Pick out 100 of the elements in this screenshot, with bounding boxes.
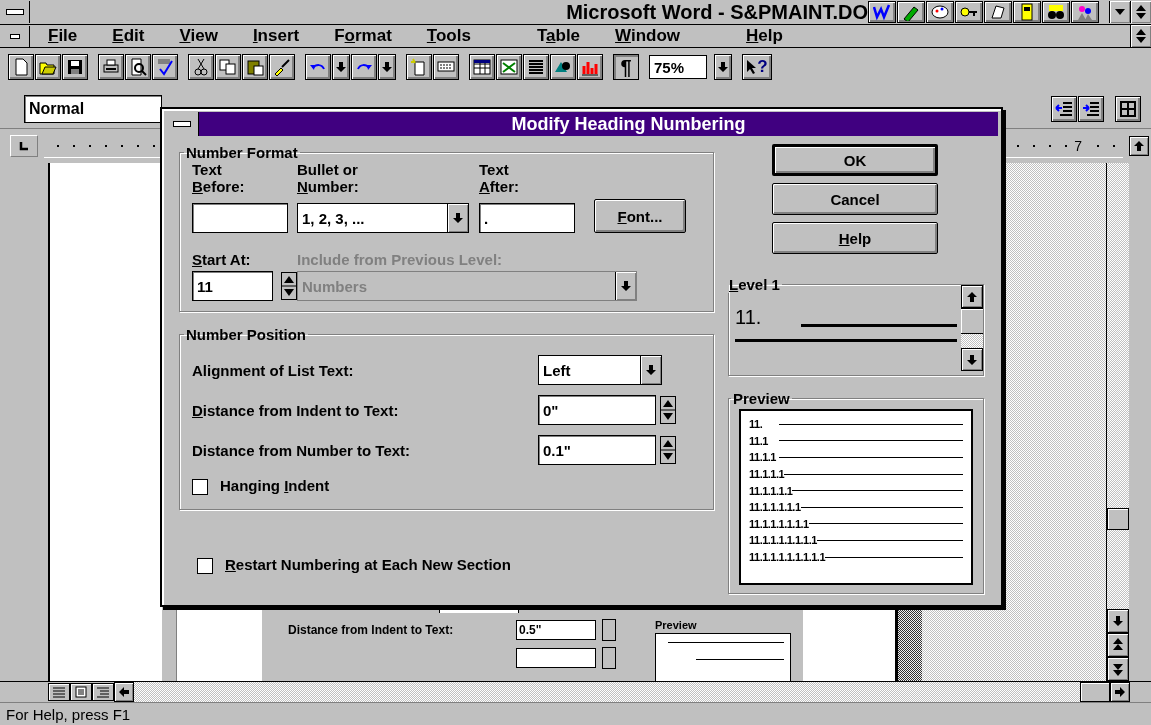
toolbar-button[interactable] — [868, 1, 896, 23]
increase-indent-button[interactable] — [1078, 96, 1104, 122]
undo-button[interactable] — [305, 54, 331, 80]
help-pointer-button[interactable]: ? — [742, 54, 772, 80]
menu-item[interactable]: Window — [597, 26, 729, 46]
toolbar-button[interactable] — [35, 54, 61, 80]
spin-buttons[interactable] — [660, 436, 676, 464]
redo-button[interactable] — [351, 54, 377, 80]
toolbar-button[interactable] — [1042, 1, 1070, 23]
toolbar-button[interactable] — [577, 54, 603, 80]
input-field[interactable]: . — [479, 203, 575, 233]
toolbar-button[interactable] — [215, 54, 241, 80]
menu-item[interactable]: Insert — [234, 26, 317, 46]
toolbar-button[interactable] — [897, 1, 925, 23]
down-arrow-icon — [382, 62, 392, 72]
dropdown-button[interactable] — [332, 54, 350, 80]
group-label: Level 1 — [728, 276, 781, 293]
menu-item[interactable]: Help — [728, 26, 800, 46]
scroll-down-button[interactable] — [1107, 609, 1129, 633]
tab-selector-button[interactable] — [10, 135, 38, 157]
down-triangle-icon — [1115, 8, 1125, 16]
pointer-icon — [746, 59, 758, 75]
spin-buttons[interactable] — [660, 396, 676, 424]
input-field[interactable] — [192, 203, 288, 233]
scroll-right-button[interactable] — [1110, 682, 1130, 702]
dropdown-button[interactable] — [378, 54, 396, 80]
toolbar-button[interactable] — [406, 54, 432, 80]
spin-buttons[interactable] — [281, 272, 297, 300]
menu-item[interactable]: Tools — [408, 26, 519, 46]
menu-item[interactable]: File — [30, 26, 95, 46]
dialog-button[interactable]: Help — [772, 222, 938, 254]
zoom-field[interactable]: 75% — [649, 55, 707, 79]
scroll-left-button[interactable] — [114, 682, 134, 702]
toolbar-button[interactable] — [8, 54, 34, 80]
dialog-button[interactable]: OK — [772, 144, 938, 176]
font-button[interactable]: Font... — [594, 199, 686, 233]
dropdown[interactable]: 1, 2, 3, ... — [297, 203, 469, 233]
toolbar-button[interactable] — [242, 54, 268, 80]
next-page-button[interactable] — [1107, 657, 1129, 681]
previous-page-button[interactable] — [1107, 633, 1129, 657]
dialog-button[interactable]: Cancel — [772, 183, 938, 215]
system-menu-button[interactable] — [165, 112, 199, 136]
toolbar-button[interactable] — [550, 54, 576, 80]
normal-view-button[interactable] — [48, 683, 70, 701]
checkbox[interactable] — [197, 558, 213, 574]
toolbar-button[interactable] — [62, 54, 88, 80]
dropdown-button[interactable] — [714, 54, 732, 80]
scroll-down-button[interactable] — [961, 348, 983, 371]
scroll-track[interactable] — [961, 334, 983, 348]
toolbar-button[interactable] — [98, 54, 124, 80]
table-button[interactable] — [1115, 96, 1141, 122]
toolbar-button[interactable] — [152, 54, 178, 80]
level-sample[interactable]: 11. — [735, 293, 961, 371]
preview-number: 11.1.1.1.1.1.1.1 — [749, 534, 817, 547]
scroll-thumb[interactable] — [1107, 508, 1129, 530]
menu-item[interactable]: Format — [316, 26, 409, 46]
page-icon — [1018, 3, 1036, 21]
outline-icon — [97, 686, 109, 698]
table-grid-icon — [473, 58, 491, 76]
picture-label: Preview — [655, 619, 697, 631]
scroll-up-button[interactable] — [1129, 136, 1149, 156]
checkbox[interactable] — [192, 479, 208, 495]
paintbrush-icon — [273, 58, 291, 76]
dropdown[interactable]: Left — [538, 355, 662, 385]
style-field[interactable]: Normal — [24, 95, 162, 123]
menu-item[interactable]: View — [161, 26, 235, 46]
toolbar-button[interactable] — [523, 54, 549, 80]
indent-left-icon — [1055, 100, 1073, 118]
toolbar-button[interactable] — [926, 1, 954, 23]
print-preview-icon — [129, 58, 147, 76]
toolbar-button[interactable] — [984, 1, 1012, 23]
down-arrow-icon — [336, 62, 346, 72]
outline-view-button[interactable] — [92, 683, 114, 701]
toolbar-button[interactable] — [269, 54, 295, 80]
toolbar-button[interactable] — [1013, 1, 1041, 23]
field-label: Text After: — [479, 161, 520, 195]
decrease-indent-button[interactable] — [1051, 96, 1077, 122]
minimize-button[interactable] — [1109, 1, 1130, 23]
scroll-thumb[interactable] — [1080, 682, 1110, 702]
document-star-icon — [410, 58, 428, 76]
toolbar-button[interactable] — [955, 1, 983, 23]
toolbar-button[interactable] — [188, 54, 214, 80]
restore-button[interactable] — [1130, 25, 1151, 47]
restore-button[interactable] — [1130, 1, 1151, 23]
toolbar-button[interactable] — [433, 54, 459, 80]
group-label: Preview — [732, 390, 791, 407]
printer-icon — [102, 58, 120, 76]
input-field[interactable]: 0" — [538, 395, 656, 425]
toolbar-button[interactable] — [125, 54, 151, 80]
scroll-up-button[interactable] — [961, 285, 983, 308]
toolbar-button[interactable] — [1071, 1, 1099, 23]
toolbar-button[interactable] — [469, 54, 495, 80]
scroll-thumb[interactable] — [961, 308, 983, 334]
show-paragraph-button[interactable]: ¶ — [613, 54, 639, 80]
menu-item[interactable]: Table — [518, 26, 598, 46]
menu-item[interactable]: Edit — [94, 26, 162, 46]
toolbar-button[interactable] — [496, 54, 522, 80]
input-field[interactable]: 0.1" — [538, 435, 656, 465]
page-layout-view-button[interactable] — [70, 683, 92, 701]
input-field[interactable]: 11 — [192, 271, 273, 301]
